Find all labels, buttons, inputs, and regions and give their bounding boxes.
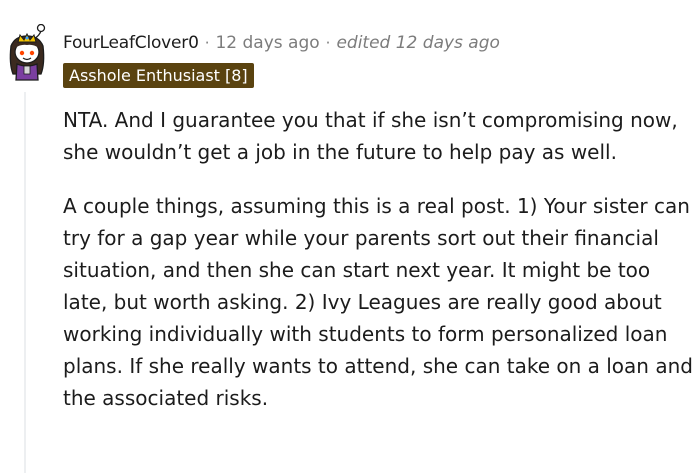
comment-meta: FourLeafClover0 · 12 days ago · edited 1…: [63, 30, 500, 56]
comment-timestamp[interactable]: 12 days ago: [215, 33, 319, 53]
meta-separator: ·: [325, 34, 331, 52]
meta-separator: ·: [204, 34, 210, 52]
username-link[interactable]: FourLeafClover0: [63, 33, 199, 53]
thread-line[interactable]: [24, 92, 26, 473]
edited-timestamp: edited 12 days ago: [336, 33, 500, 53]
comment: FourLeafClover0 · 12 days ago · edited 1…: [0, 0, 700, 473]
user-flair-badge: Asshole Enthusiast [8]: [63, 63, 254, 88]
comment-paragraph: A couple things, assuming this is a real…: [63, 194, 693, 410]
comment-body: NTA. And I guarantee you that if she isn…: [63, 104, 693, 436]
user-avatar-icon[interactable]: [5, 23, 49, 82]
comment-paragraph: NTA. And I guarantee you that if she isn…: [63, 108, 678, 164]
